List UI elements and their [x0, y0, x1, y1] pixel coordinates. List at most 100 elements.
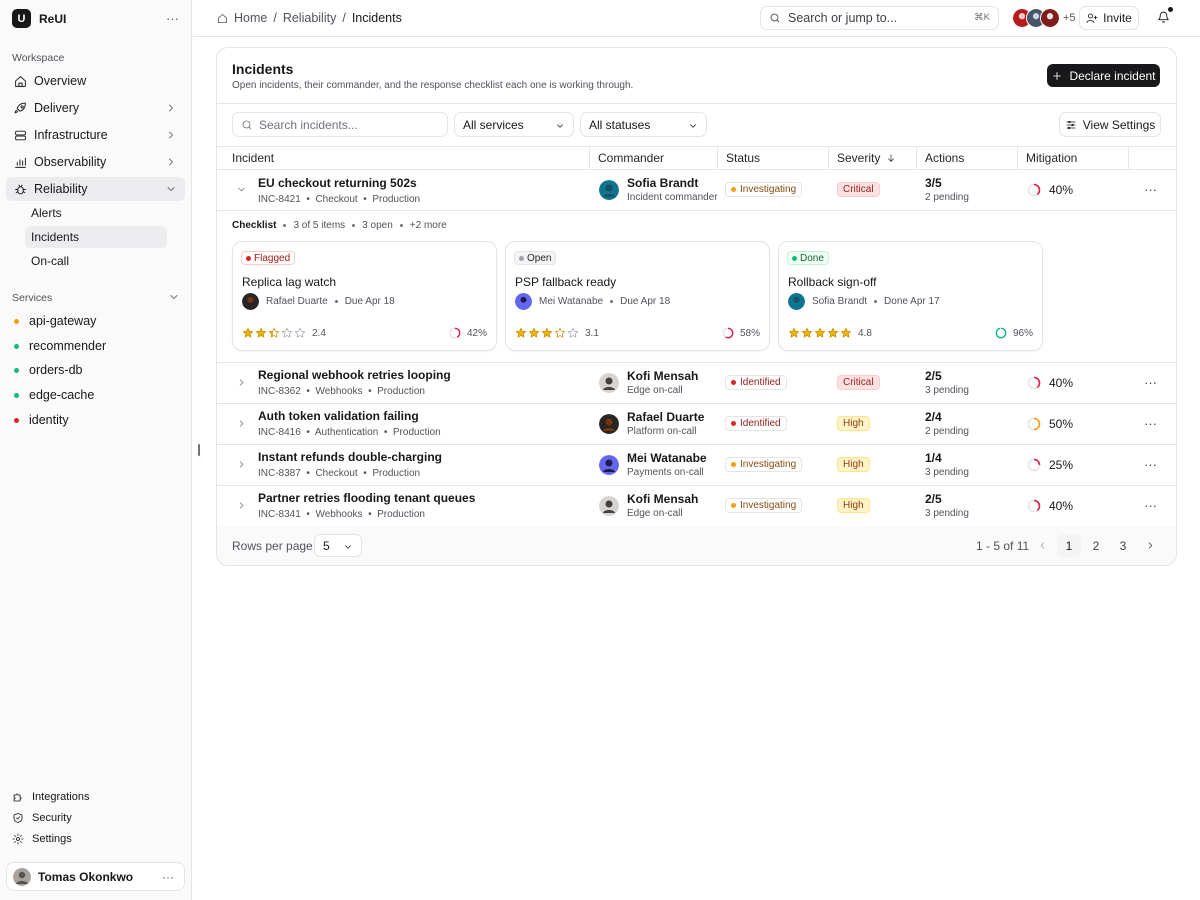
chevron-right-icon[interactable]	[236, 418, 247, 429]
column-header-commander[interactable]: Commander	[590, 146, 718, 169]
commander-role: Edge on-call	[627, 385, 683, 396]
nav-alerts[interactable]: Alerts	[25, 202, 167, 224]
nav-reliability[interactable]: Reliability	[6, 177, 185, 201]
commander-role: Payments on-call	[627, 467, 704, 478]
row-menu-icon[interactable]: ···	[1144, 457, 1157, 472]
chevron-right-icon[interactable]	[236, 459, 247, 470]
severity-badge: High	[837, 416, 870, 431]
table-row[interactable]: Auth token validation failing INC-8416 •…	[217, 404, 1176, 444]
view-settings-button[interactable]: View Settings	[1059, 112, 1161, 137]
page-button-3[interactable]: 3	[1111, 534, 1135, 557]
user-menu[interactable]: Tomas Okonkwo ···	[6, 862, 185, 891]
column-header-severity[interactable]: Severity	[829, 146, 917, 169]
notifications-button[interactable]	[1157, 7, 1173, 24]
service-item[interactable]: edge-cache	[14, 388, 94, 402]
chevron-left-icon	[1040, 542, 1044, 549]
separator-dot	[610, 300, 614, 303]
service-name: orders-db	[29, 363, 83, 377]
team-avatars[interactable]: +5	[1012, 8, 1076, 28]
incident-title[interactable]: Instant refunds double-charging	[258, 450, 442, 464]
status-dot	[731, 503, 736, 508]
prev-page-button[interactable]	[1030, 534, 1054, 557]
pagination: Rows per page 5 1 - 5 of 11 1 2 3	[217, 526, 1176, 565]
row-menu-icon[interactable]: ···	[1144, 416, 1157, 431]
table-row[interactable]: Instant refunds double-charging INC-8387…	[217, 445, 1176, 485]
workspace-menu-icon[interactable]: ···	[166, 11, 179, 26]
checklist-more[interactable]: +2 more	[410, 220, 447, 231]
statuses-filter-value: All statuses	[589, 117, 651, 132]
chevron-right-icon	[169, 158, 173, 166]
nav-security[interactable]: Security	[12, 812, 72, 824]
sidebar-resize-handle[interactable]	[198, 444, 200, 456]
checklist-card[interactable]: Flagged Replica lag watch Rafael Duarte …	[232, 241, 497, 351]
table-row[interactable]: Partner retries flooding tenant queues I…	[217, 486, 1176, 526]
user-more-icon[interactable]: ···	[162, 870, 174, 884]
nav-settings[interactable]: Settings	[12, 833, 72, 845]
page-button-2[interactable]: 2	[1084, 534, 1108, 557]
incident-title[interactable]: Auth token validation failing	[258, 409, 419, 423]
column-header-mitigation[interactable]: Mitigation	[1018, 146, 1129, 169]
avatar	[1040, 8, 1060, 28]
row-menu-icon[interactable]: ···	[1144, 375, 1157, 390]
nav-overview[interactable]: Overview	[6, 69, 185, 93]
checklist-meta: Rafael Duarte Due Apr 18	[242, 293, 395, 310]
checklist-due: Due Apr 18	[344, 296, 395, 307]
table-row[interactable]: Regional webhook retries looping INC-836…	[217, 363, 1176, 403]
progress-ring	[1027, 376, 1041, 390]
invite-button[interactable]: Invite	[1079, 6, 1139, 30]
column-header-incident[interactable]: Incident	[224, 146, 590, 169]
chevron-down-icon[interactable]	[236, 184, 247, 195]
commander-role: Edge on-call	[627, 508, 683, 519]
nav-infrastructure[interactable]: Infrastructure	[6, 123, 185, 147]
statuses-filter[interactable]: All statuses	[580, 112, 707, 137]
service-item[interactable]: recommender	[14, 339, 106, 353]
row-menu-icon[interactable]: ···	[1144, 498, 1157, 513]
table-row[interactable]: EU checkout returning 502s INC-8421 • Ch…	[217, 170, 1176, 210]
mitigation: 40%	[1027, 499, 1073, 513]
breadcrumb-reliability[interactable]: Reliability	[283, 11, 337, 25]
nav-on-call[interactable]: On-call	[25, 250, 167, 272]
page-button-1[interactable]: 1	[1057, 534, 1081, 557]
status-dot	[14, 417, 19, 423]
incident-title[interactable]: Regional webhook retries looping	[258, 368, 451, 382]
star-shape	[268, 327, 280, 338]
nav-observability[interactable]: Observability	[6, 150, 185, 174]
incident-search-input[interactable]: Search incidents...	[232, 112, 448, 137]
service-item[interactable]: identity	[14, 413, 69, 427]
chevron-right-icon[interactable]	[236, 377, 247, 388]
incident-env: Production	[392, 427, 441, 438]
declare-incident-button[interactable]: Declare incident	[1047, 64, 1160, 87]
checklist-progress: 58%	[722, 327, 760, 339]
breadcrumb-home[interactable]: Home	[234, 11, 267, 25]
checklist-card[interactable]: Open PSP fallback ready Mei Watanabe Due…	[505, 241, 770, 351]
commander-name: Kofi Mensah	[627, 369, 699, 383]
incident-title[interactable]: EU checkout returning 502s	[258, 176, 417, 190]
nav-delivery[interactable]: Delivery	[6, 96, 185, 120]
badge-label: Flagged	[254, 252, 291, 264]
avatar	[599, 373, 619, 393]
plus-icon	[1053, 71, 1062, 80]
page-title: Incidents	[232, 61, 294, 77]
column-header-actions[interactable]: Actions	[917, 146, 1018, 169]
service-item[interactable]: api-gateway	[14, 314, 96, 328]
brand[interactable]: U ReUI	[12, 9, 66, 28]
divider	[217, 210, 1176, 211]
row-menu-icon[interactable]: ···	[1144, 182, 1157, 197]
shortcut-hint: ⌘K	[974, 12, 990, 23]
incident-title[interactable]: Partner retries flooding tenant queues	[258, 491, 475, 505]
page-range: 1 - 5 of 11	[976, 539, 1030, 553]
rows-per-page-select[interactable]: 5	[314, 534, 362, 557]
chevron-right-icon[interactable]	[236, 500, 247, 511]
checklist-card[interactable]: Done Rollback sign-off Sofia Brandt Done…	[778, 241, 1043, 351]
separator-dot	[874, 300, 878, 303]
column-header-status[interactable]: Status	[718, 146, 829, 169]
nav-integrations[interactable]: Integrations	[12, 791, 89, 803]
services-filter[interactable]: All services	[454, 112, 574, 137]
chevron-down-icon[interactable]	[168, 291, 180, 303]
chevron-right-icon	[169, 131, 173, 139]
nav-incidents[interactable]: Incidents	[25, 226, 167, 248]
user-name: Tomas Okonkwo	[38, 869, 134, 884]
service-item[interactable]: orders-db	[14, 363, 83, 377]
next-page-button[interactable]	[1138, 534, 1162, 557]
global-search[interactable]: Search or jump to... ⌘K	[760, 6, 999, 30]
